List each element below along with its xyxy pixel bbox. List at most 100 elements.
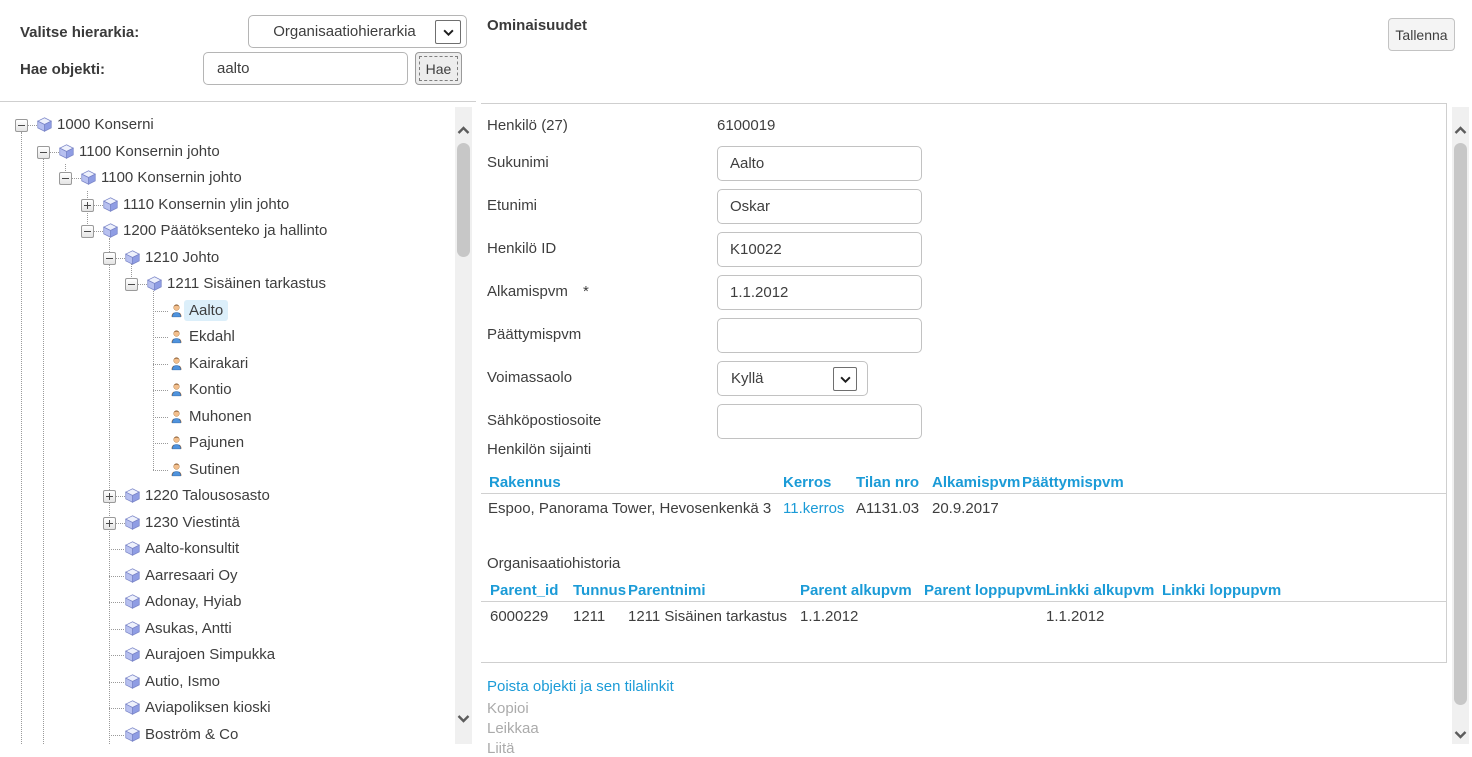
tree-connector-stub	[116, 496, 125, 497]
tree-scrollbar[interactable]	[455, 107, 472, 744]
expand-icon[interactable]	[103, 490, 116, 503]
tree-item-label[interactable]: 1211 Sisäinen tarkastus	[162, 273, 331, 294]
tree-item[interactable]: 1200 Päätöksenteko ja hallinto	[0, 218, 452, 245]
tree-item-selected[interactable]: Aalto	[0, 298, 452, 325]
tree-item-label[interactable]: Pajunen	[184, 432, 249, 453]
tree-item-label[interactable]: Autio, Ismo	[140, 671, 225, 692]
tree-connector-stub	[153, 443, 168, 444]
tree-item-label[interactable]: 1000 Konserni	[52, 114, 159, 135]
tree-item[interactable]: Aalto-konsultit	[0, 536, 452, 563]
tree-item-label[interactable]: 1100 Konsernin johto	[96, 167, 247, 188]
tree-item-label[interactable]: Ekdahl	[184, 326, 240, 347]
tree-connector-stub	[28, 125, 37, 126]
org-cube-icon	[103, 223, 118, 238]
expand-icon[interactable]	[103, 517, 116, 530]
scroll-up-icon[interactable]	[1454, 123, 1467, 137]
collapse-icon[interactable]	[59, 172, 72, 185]
search-button[interactable]: Hae	[415, 52, 462, 85]
tree-item-label[interactable]: Muhonen	[184, 406, 257, 427]
search-input[interactable]	[203, 52, 408, 85]
tree-item-label[interactable]: 1230 Viestintä	[140, 512, 245, 533]
collapse-icon[interactable]	[125, 278, 138, 291]
hierarchy-select[interactable]: Organisaatiohierarkia	[248, 15, 467, 48]
tree-item[interactable]: Aviapoliksen kioski	[0, 695, 452, 722]
tree-item[interactable]: Pajunen	[0, 430, 452, 457]
tree-item[interactable]: 1211 Sisäinen tarkastus	[0, 271, 452, 298]
tree-item[interactable]: Boström & Co	[0, 722, 452, 745]
tree-item[interactable]: 1230 Viestintä	[0, 510, 452, 537]
tree-item[interactable]: 1100 Konsernin johto	[0, 165, 452, 192]
tree-item-label[interactable]: Boström & Co	[140, 724, 243, 745]
person-icon	[169, 329, 184, 344]
org-cube-icon	[125, 594, 140, 609]
scroll-down-icon[interactable]	[457, 711, 470, 725]
tree-connector-stub	[153, 470, 168, 471]
tree-item[interactable]: 1210 Johto	[0, 245, 452, 272]
tree-item[interactable]: Asukas, Antti	[0, 616, 452, 643]
action-link-disabled: Kopioi	[487, 700, 529, 717]
field-select[interactable]: Kyllä	[717, 361, 868, 396]
field-input[interactable]	[717, 146, 922, 181]
tree-connector-stub	[109, 576, 124, 577]
tree-item[interactable]: 1100 Konsernin johto	[0, 139, 452, 166]
tree-item-label[interactable]: 1220 Talousosasto	[140, 485, 275, 506]
tree-item-label[interactable]: 1110 Konsernin ylin johto	[118, 194, 294, 215]
tree-item-label[interactable]: Sutinen	[184, 459, 245, 480]
field-input[interactable]	[717, 232, 922, 267]
field-input[interactable]	[717, 189, 922, 224]
tree-item-label[interactable]: 1200 Päätöksenteko ja hallinto	[118, 220, 332, 241]
tree-item[interactable]: Kairakari	[0, 351, 452, 378]
scroll-down-icon[interactable]	[1454, 727, 1467, 741]
tree-scrollbar-thumb[interactable]	[457, 143, 470, 257]
tree-item[interactable]: Ekdahl	[0, 324, 452, 351]
tree-item[interactable]: Aarresaari Oy	[0, 563, 452, 590]
tree-item-label[interactable]: Aalto-konsultit	[140, 538, 244, 559]
collapse-icon[interactable]	[37, 146, 50, 159]
tree-item-label[interactable]: Adonay, Hyiab	[140, 591, 246, 612]
hierarchy-label: Valitse hierarkia:	[20, 24, 139, 41]
scroll-up-icon[interactable]	[457, 123, 470, 137]
tree-item[interactable]: 1000 Konserni	[0, 112, 452, 139]
tree-item[interactable]: Autio, Ismo	[0, 669, 452, 696]
collapse-icon[interactable]	[103, 252, 116, 265]
action-link[interactable]: Poista objekti ja sen tilalinkit	[487, 678, 674, 695]
tree-item[interactable]: Sutinen	[0, 457, 452, 484]
tree-item[interactable]: 1110 Konsernin ylin johto	[0, 192, 452, 219]
column-header: Linkki alkupvm	[1046, 582, 1154, 599]
field-label: Voimassaolo	[487, 369, 572, 386]
tree-item[interactable]: Kontio	[0, 377, 452, 404]
expand-icon[interactable]	[81, 199, 94, 212]
field-label: Etunimi	[487, 197, 537, 214]
tree-item[interactable]: 1220 Talousosasto	[0, 483, 452, 510]
tree-item-label[interactable]: Kairakari	[184, 353, 253, 374]
tree-connector-stub	[109, 735, 124, 736]
tree-item-label[interactable]: Aviapoliksen kioski	[140, 697, 276, 718]
floor-link[interactable]: 11.kerros	[783, 500, 844, 517]
field-input[interactable]	[717, 318, 922, 353]
tree-item-label[interactable]: Aurajoen Simpukka	[140, 644, 280, 665]
tree-item-label[interactable]: 1210 Johto	[140, 247, 224, 268]
org-cube-icon	[103, 197, 118, 212]
collapse-icon[interactable]	[81, 225, 94, 238]
tree-item-label[interactable]: Aarresaari Oy	[140, 565, 243, 586]
tree-connector-stub	[138, 284, 147, 285]
properties-scrollbar[interactable]	[1452, 107, 1469, 744]
tree-item[interactable]: Aurajoen Simpukka	[0, 642, 452, 669]
org-tree: 1000 Konserni 1100 Konsernin johto 1100 Ko…	[0, 101, 480, 744]
tree-item[interactable]: Muhonen	[0, 404, 452, 431]
properties-scrollbar-thumb[interactable]	[1454, 143, 1467, 705]
collapse-icon[interactable]	[15, 119, 28, 132]
save-button[interactable]: Tallenna	[1388, 18, 1455, 51]
field-label: Sukunimi	[487, 154, 549, 171]
tree-connector-stub	[153, 337, 168, 338]
tree-connector-stub	[109, 629, 124, 630]
tree-item-label[interactable]: Aalto	[184, 300, 228, 321]
org-cube-icon	[125, 647, 140, 662]
field-input[interactable]	[717, 275, 922, 310]
field-input[interactable]	[717, 404, 922, 439]
tree-item-label[interactable]: Kontio	[184, 379, 237, 400]
tree-item[interactable]: Adonay, Hyiab	[0, 589, 452, 616]
tree-item-label[interactable]: 1100 Konsernin johto	[74, 141, 225, 162]
field-value: 6100019	[717, 117, 775, 134]
tree-item-label[interactable]: Asukas, Antti	[140, 618, 237, 639]
